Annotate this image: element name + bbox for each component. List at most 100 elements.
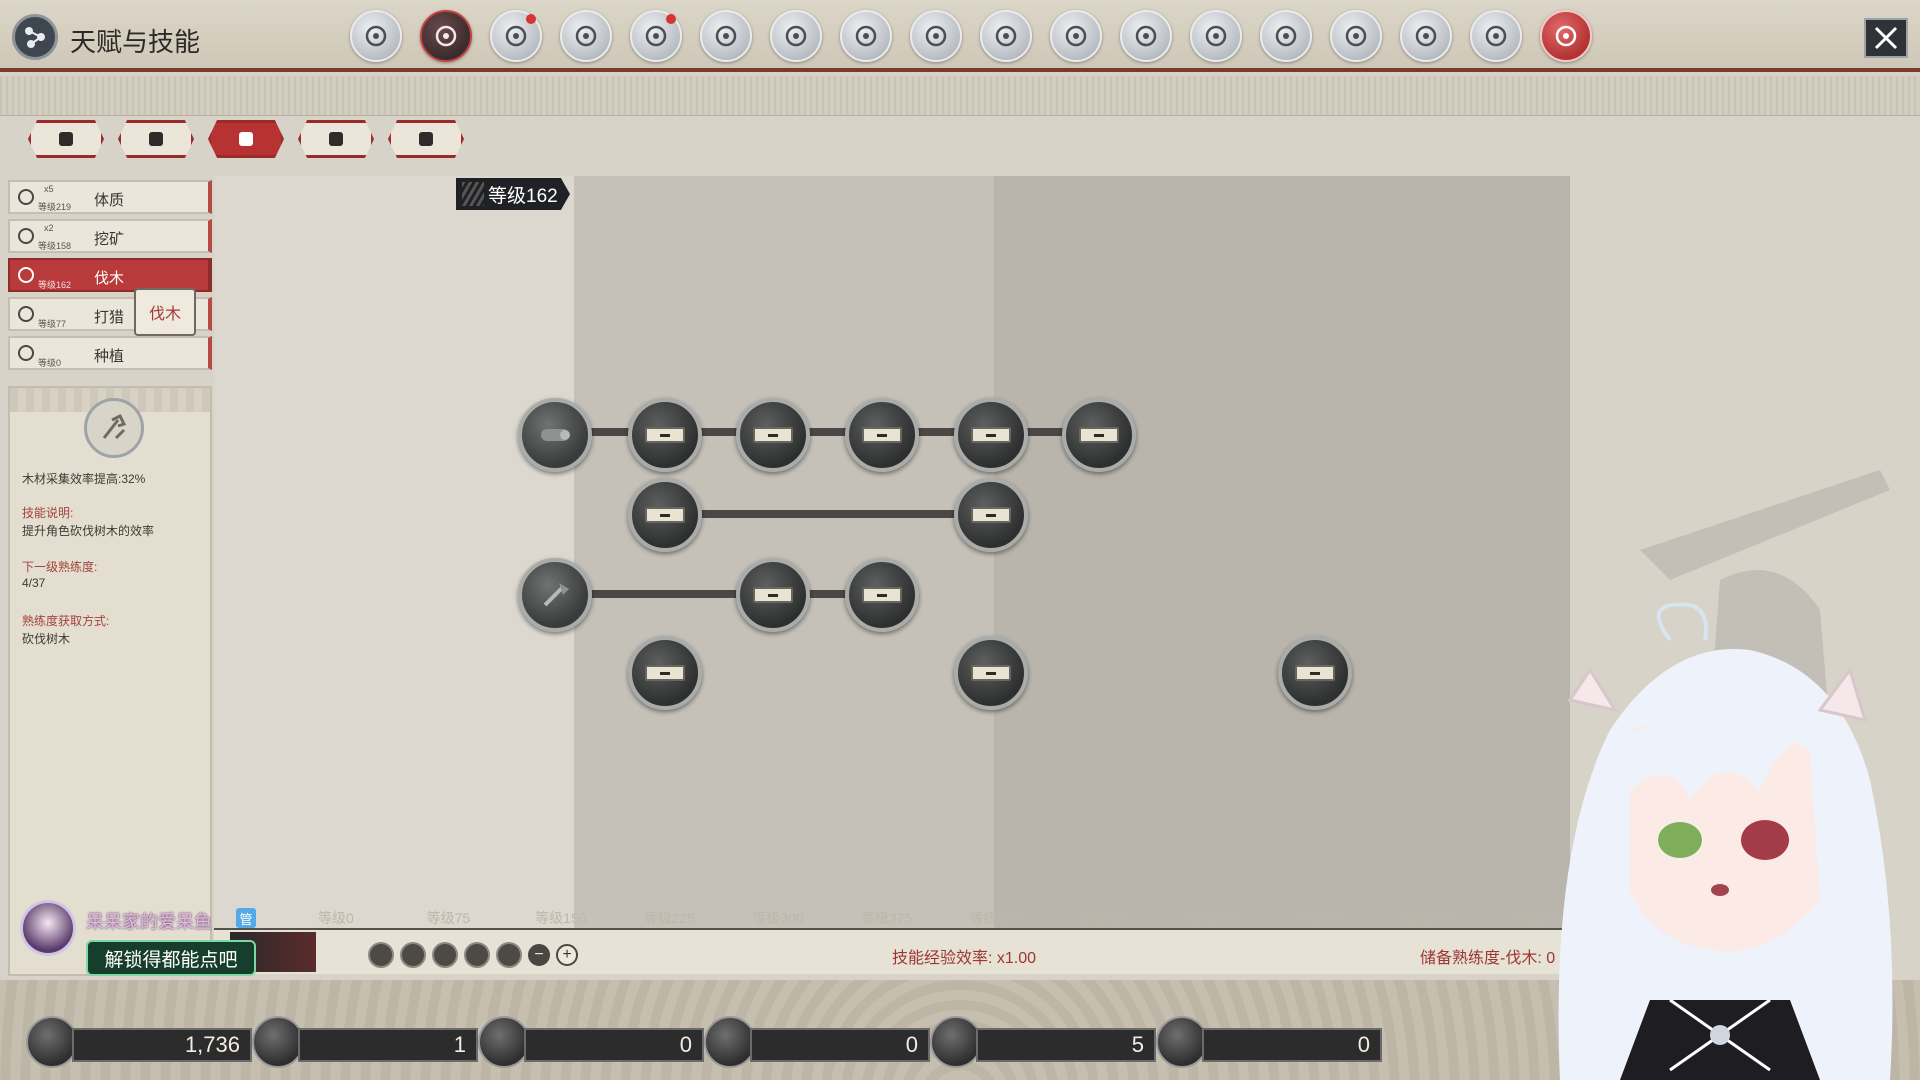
nav-button-10[interactable] — [1050, 10, 1102, 62]
resource-value: 0 — [1202, 1028, 1382, 1062]
axis-level-label: 等级225 — [643, 910, 696, 926]
person-icon — [329, 132, 343, 146]
skill-node-locked[interactable] — [628, 398, 702, 472]
skill-node-locked[interactable] — [628, 636, 702, 710]
skill-node-locked[interactable] — [1278, 636, 1352, 710]
category-tab-4[interactable] — [388, 120, 464, 158]
tools-icon — [645, 25, 667, 47]
tree-connector — [680, 510, 980, 518]
axis-level-label: 等级450 — [969, 910, 1021, 926]
skill-level: 等级158 — [38, 241, 72, 251]
tree-connector — [570, 590, 890, 598]
skill-icon — [18, 267, 34, 283]
skill-node-log[interactable] — [518, 398, 592, 472]
skill-node-locked[interactable] — [845, 398, 919, 472]
skill-row[interactable]: x2 等级158 挖矿 — [8, 219, 212, 253]
current-level-tag: 等级162 — [456, 178, 570, 210]
skill-node-locked[interactable] — [736, 558, 810, 632]
streamer-name: 呆呆家的爱呆鱼 — [86, 912, 212, 932]
tree-band-unlocked — [214, 176, 574, 928]
nav-button-4[interactable] — [630, 10, 682, 62]
nav-button-15[interactable] — [1400, 10, 1452, 62]
skill-list: x5 等级219 体质 x2 等级158 挖矿 等级162 伐木 等级77 打猎 等级0 种植 — [8, 180, 212, 375]
skill-node-locked[interactable] — [845, 558, 919, 632]
point-slot-icon — [464, 942, 490, 968]
skill-icon — [18, 345, 34, 361]
skill-row[interactable]: x5 等级219 体质 — [8, 180, 212, 214]
point-slot-icon — [400, 942, 426, 968]
nav-button-7[interactable] — [840, 10, 892, 62]
nav-button-3[interactable] — [560, 10, 612, 62]
skill-node-locked[interactable] — [1062, 398, 1136, 472]
skill-tree — [214, 176, 1570, 928]
heart-icon — [239, 132, 253, 146]
skill-node-locked[interactable] — [954, 636, 1028, 710]
skill-node-locked[interactable] — [954, 398, 1028, 472]
source-label: 熟练度获取方式: — [22, 614, 110, 628]
skill-icon — [18, 228, 34, 244]
axe-icon — [543, 583, 569, 607]
nav-button-9[interactable] — [980, 10, 1032, 62]
nav-button-5[interactable] — [700, 10, 752, 62]
nav-button-14[interactable] — [1330, 10, 1382, 62]
category-tab-0[interactable] — [28, 120, 104, 158]
nav-button-13[interactable] — [1260, 10, 1312, 62]
point-slot-icon — [496, 942, 522, 968]
skill-node-locked[interactable] — [736, 398, 810, 472]
axis-level-label: 等级75 — [426, 910, 471, 926]
lock-icon — [753, 427, 793, 443]
refresh-icon — [930, 1016, 982, 1068]
nav-button-17[interactable] — [1540, 10, 1592, 62]
lock-icon — [645, 507, 685, 523]
skill-node-axe[interactable] — [518, 558, 592, 632]
nav-button-12[interactable] — [1190, 10, 1242, 62]
nav-button-0[interactable] — [350, 10, 402, 62]
nav-button-1[interactable] — [420, 10, 472, 62]
book-icon — [1135, 25, 1157, 47]
map-icon — [1065, 25, 1087, 47]
skill-name: 挖矿 — [94, 231, 125, 248]
notification-dot — [666, 14, 676, 24]
tome-icon — [1555, 25, 1577, 47]
tree-band-locked — [994, 176, 1570, 928]
feather-icon — [715, 25, 737, 47]
gold-coin-icon — [478, 1016, 530, 1068]
lock-icon — [971, 427, 1011, 443]
level-axis: 等级0 等级75 等级150 等级225 等级300 等级375 等级450 等级525 等级6… — [318, 908, 1618, 928]
axis-level-label: 等级600 — [1186, 910, 1239, 926]
skill-level: 等级77 — [38, 319, 67, 329]
lock-icon — [753, 587, 793, 603]
lock-icon — [971, 507, 1011, 523]
category-tab-1[interactable] — [118, 120, 194, 158]
nav-button-6[interactable] — [770, 10, 822, 62]
nav-icon-bar — [350, 10, 1592, 62]
skill-name: 体质 — [94, 192, 125, 209]
axis-level-label: 等级750 — [1404, 910, 1456, 926]
point-slot-icon — [368, 942, 394, 968]
skill-row[interactable]: 等级0 种植 — [8, 336, 212, 370]
lock-icon — [862, 587, 902, 603]
skill-row[interactable]: 等级162 伐木 — [8, 258, 212, 292]
resource-value: 1,736 — [72, 1028, 252, 1062]
close-button[interactable] — [1864, 18, 1908, 58]
wing-coin-icon — [26, 1016, 78, 1068]
axis-level-label: 等级675 — [1295, 910, 1347, 926]
skill-icon — [18, 189, 34, 205]
point-slots: − + — [368, 942, 578, 968]
helmet-icon — [365, 25, 387, 47]
notification-dot — [526, 14, 536, 24]
nav-button-2[interactable] — [490, 10, 542, 62]
nav-button-8[interactable] — [910, 10, 962, 62]
category-tab-3[interactable] — [298, 120, 374, 158]
minus-button[interactable]: − — [528, 944, 550, 966]
nav-button-11[interactable] — [1120, 10, 1172, 62]
resource-value: 5 — [976, 1028, 1156, 1062]
nav-button-16[interactable] — [1470, 10, 1522, 62]
axis-level-label: 等级300 — [752, 910, 804, 926]
skill-node-locked[interactable] — [628, 478, 702, 552]
plus-button[interactable]: + — [556, 944, 578, 966]
resource-value: 1 — [298, 1028, 478, 1062]
skill-node-locked[interactable] — [954, 478, 1028, 552]
category-tab-2[interactable] — [208, 120, 284, 158]
moderator-badge: 管 — [236, 908, 256, 928]
